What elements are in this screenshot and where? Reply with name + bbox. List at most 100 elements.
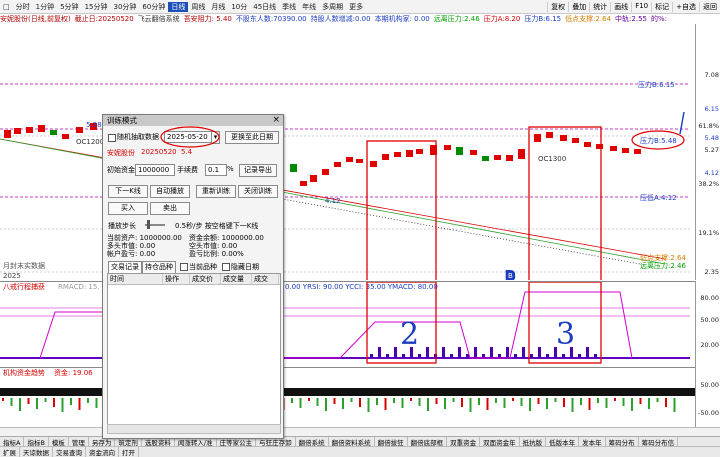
period-tab[interactable]: 15分钟	[82, 2, 111, 12]
fund-bar	[673, 398, 676, 412]
fund-bar	[571, 398, 574, 412]
sell-button[interactable]: 卖出	[150, 202, 190, 215]
table-scrollbar[interactable]	[107, 424, 281, 434]
fund-bar	[588, 398, 591, 410]
window-icon[interactable]: □	[0, 3, 13, 11]
fund-bar	[350, 398, 353, 402]
toolbar-right-button[interactable]: 复权	[547, 1, 568, 12]
fund-bar	[401, 398, 404, 408]
period-tab[interactable]: 日线	[168, 1, 189, 12]
ytick: 61.8%	[698, 122, 719, 130]
fund-bar	[418, 398, 421, 406]
column-header: 时间	[108, 274, 163, 284]
period-tab[interactable]: 5分钟	[57, 2, 81, 12]
period-tab[interactable]: 30分钟	[110, 2, 139, 12]
period-tab[interactable]: 年线	[299, 2, 319, 12]
step-value: 0.5秒/步 按空格键下一K线	[175, 222, 259, 230]
period-tab[interactable]: 分时	[13, 2, 33, 12]
candle	[290, 164, 297, 172]
fund-bar	[605, 398, 608, 408]
indicator-bar	[530, 354, 533, 358]
cutoff-date: 截止日:20250520	[74, 15, 134, 23]
fund-bar	[61, 398, 64, 412]
ytick: 7.08	[704, 71, 719, 79]
close-icon[interactable]: ×	[272, 115, 280, 126]
candle	[76, 127, 83, 133]
candle	[610, 146, 617, 151]
fee-label: 手续费	[177, 166, 198, 174]
indicator-bar	[586, 347, 589, 358]
share-change-value: 持股人数增减:0.00	[310, 15, 371, 23]
period-tab[interactable]: 1分钟	[33, 2, 57, 12]
indicator-bar	[482, 354, 485, 358]
fund-bar	[486, 398, 489, 410]
period-tab[interactable]: 月线	[208, 2, 228, 12]
mid-value: 中轨:2.55	[615, 15, 647, 23]
hide-date-checkbox[interactable]	[222, 263, 230, 271]
export-button[interactable]: 记录导出	[239, 164, 277, 177]
date-label: 2025	[3, 272, 21, 280]
fund-bar	[299, 398, 302, 408]
toolbar-right-button[interactable]: 统计	[589, 1, 610, 12]
panel1-title: 八戒行程捕获	[3, 282, 45, 291]
fund-bar	[95, 398, 98, 408]
random-checkbox[interactable]	[108, 134, 116, 142]
buy-button[interactable]: 买入	[108, 202, 148, 215]
fund-bar	[614, 398, 616, 401]
candle	[38, 125, 45, 132]
auto-play-button[interactable]: 自动播放	[150, 185, 190, 198]
dialog-title: 训练模式	[107, 116, 137, 125]
toolbar-right-button[interactable]: F10	[631, 1, 651, 12]
trade-table[interactable]: 时间 操作 成交价 成交量 成交	[107, 273, 281, 425]
candle	[310, 175, 317, 182]
period-tab[interactable]: 45日线	[250, 2, 279, 12]
ytick: 20.00	[700, 341, 719, 349]
stock-change: 5.4	[181, 148, 193, 156]
fee-field[interactable]: 0.1	[205, 164, 227, 176]
candle	[622, 148, 629, 153]
annotation-2: 2	[400, 317, 419, 352]
indicator-bar	[394, 347, 397, 358]
period-tab[interactable]: 多周期	[319, 2, 346, 12]
toolbar-right-button[interactable]: 返回	[699, 1, 720, 12]
toolbar-right-button[interactable]: 标记	[651, 1, 672, 12]
fund-bar	[512, 398, 514, 401]
candle	[416, 149, 423, 154]
toolbar-right-button[interactable]: +自选	[672, 1, 699, 12]
value-label-412: 4.12	[325, 197, 341, 205]
current-checkbox[interactable]	[180, 263, 188, 271]
far-press-label: 远离压力:2.46	[640, 261, 686, 270]
candle	[470, 150, 477, 155]
fund-bar	[10, 398, 13, 406]
candle	[430, 145, 437, 155]
init-funds-field[interactable]: 1000000	[135, 164, 175, 176]
period-tab[interactable]: 10分	[228, 2, 250, 12]
indicator-bar	[418, 354, 421, 358]
next-kline-button[interactable]: 下一K线	[108, 185, 148, 198]
step-slider-thumb[interactable]	[147, 220, 150, 229]
candle	[382, 154, 389, 160]
indicator-bar	[546, 354, 549, 358]
fund-bar	[393, 398, 395, 403]
stock-name: 安妮股份	[107, 149, 135, 157]
indicator-bar	[562, 354, 565, 358]
candle	[334, 162, 341, 167]
fund-bar	[495, 398, 497, 403]
period-tab[interactable]: 季线	[279, 2, 299, 12]
restart-button[interactable]: 重新训练	[196, 185, 236, 198]
fund-bar	[546, 398, 548, 409]
fund-bar	[563, 398, 565, 407]
close-training-button[interactable]: 关闭训练	[238, 185, 278, 198]
candle	[14, 128, 21, 134]
column-header: 操作	[163, 274, 190, 284]
toolbar-right-button[interactable]: 画线	[610, 1, 631, 12]
period-tab[interactable]: 更多	[346, 2, 366, 12]
indicator-bar	[474, 347, 477, 358]
resist-value: 吾安阻力: 5.40	[183, 15, 232, 23]
period-tab[interactable]: 周线	[188, 2, 208, 12]
toolbar-right-button[interactable]: 叠加	[568, 1, 589, 12]
period-tab[interactable]: 60分钟	[139, 2, 168, 12]
change-date-button[interactable]: 更换至此日期	[225, 131, 279, 144]
indicator-bar	[442, 347, 445, 358]
hide-date-label: 隐藏日期	[231, 263, 259, 271]
